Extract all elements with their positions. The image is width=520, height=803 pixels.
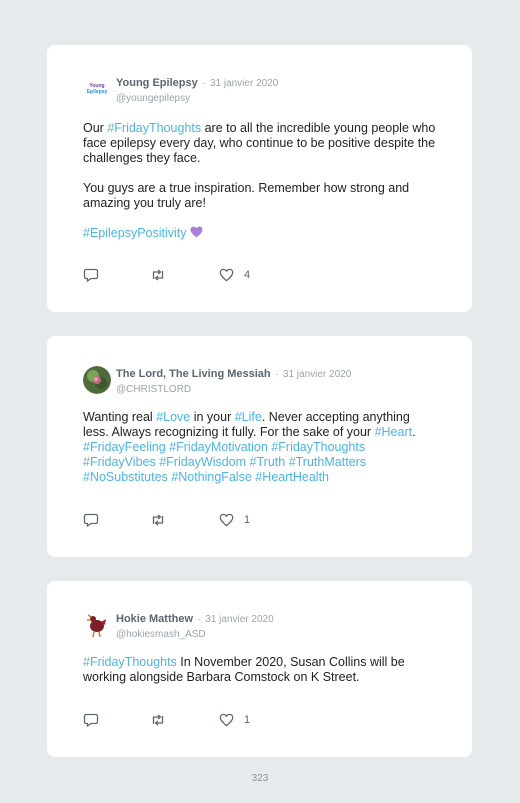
- retweet-button[interactable]: [150, 712, 166, 728]
- heart-icon: [219, 268, 234, 282]
- hashtag-link[interactable]: #HeartHealth: [255, 470, 329, 484]
- hashtag-link[interactable]: #Love: [156, 410, 190, 424]
- author-name[interactable]: Young Epilepsy: [116, 77, 198, 89]
- text-segment: .: [412, 425, 416, 439]
- hashtag-link[interactable]: #Truth: [250, 455, 286, 469]
- reply-button[interactable]: [83, 267, 99, 283]
- heart-icon: [219, 513, 234, 527]
- like-count: 1: [244, 514, 251, 526]
- tweet-paragraph: Our #FridayThoughts are to all the incre…: [83, 121, 438, 166]
- retweet-button[interactable]: [150, 512, 166, 528]
- hashtag-link[interactable]: #TruthMatters: [289, 455, 366, 469]
- hashtag-link[interactable]: #FridayWisdom: [159, 455, 246, 469]
- author-name[interactable]: Hokie Matthew: [116, 613, 193, 625]
- like-count: 4: [244, 269, 251, 281]
- tweet-paragraph: #EpilepsyPositivity: [83, 226, 438, 242]
- tweet-paragraph: Wanting real #Love in your #Life. Never …: [83, 410, 438, 485]
- tweet-header: The Lord, The Living Messiah · 31 janvie…: [83, 364, 443, 398]
- reply-button[interactable]: [83, 512, 99, 528]
- reply-icon: [83, 713, 99, 728]
- author-handle[interactable]: @youngepilepsy: [116, 93, 278, 104]
- author-handle[interactable]: @hokiesmash_ASD: [116, 629, 274, 640]
- reply-icon: [83, 268, 99, 283]
- tweet-text: Wanting real #Love in your #Life. Never …: [83, 410, 438, 485]
- hashtag-link[interactable]: #FridayFeeling: [83, 440, 166, 454]
- retweet-icon: [152, 269, 164, 281]
- hashtag-link[interactable]: #FridayThoughts: [83, 655, 177, 669]
- retweet-button[interactable]: [150, 267, 166, 283]
- tweet-text: #FridayThoughts In November 2020, Susan …: [83, 655, 438, 685]
- svg-text:Epilepsy: Epilepsy: [87, 89, 108, 95]
- like-count: 1: [244, 714, 251, 726]
- purple-heart-icon: [190, 226, 203, 242]
- reply-icon: [83, 513, 99, 528]
- author-name[interactable]: The Lord, The Living Messiah: [116, 368, 271, 380]
- tweet-paragraph: #FridayThoughts In November 2020, Susan …: [83, 655, 438, 685]
- tweet-card: Young Epilepsy Young Epilepsy · 31 janvi…: [47, 45, 472, 312]
- separator: ·: [275, 369, 279, 380]
- like-button[interactable]: 1: [219, 512, 250, 528]
- retweet-icon: [152, 714, 164, 726]
- avatar[interactable]: Young Epilepsy: [83, 75, 111, 103]
- author-handle[interactable]: @CHRISTLORD: [116, 384, 351, 395]
- tweet-actions: 4: [83, 267, 383, 283]
- hashtag-link[interactable]: #FridayMotivation: [169, 440, 268, 454]
- avatar[interactable]: [83, 611, 111, 639]
- like-button[interactable]: 4: [219, 267, 250, 283]
- tweet-header: Young Epilepsy Young Epilepsy · 31 janvi…: [83, 73, 443, 107]
- tweet-date[interactable]: 31 janvier 2020: [205, 614, 273, 625]
- avatar[interactable]: [83, 366, 111, 394]
- tweet-date[interactable]: 31 janvier 2020: [283, 369, 351, 380]
- hashtag-link[interactable]: #EpilepsyPositivity: [83, 226, 187, 240]
- hashtag-link[interactable]: #NothingFalse: [171, 470, 252, 484]
- hashtag-link[interactable]: #NoSubstitutes: [83, 470, 168, 484]
- like-button[interactable]: 1: [219, 712, 250, 728]
- text-segment: Wanting real: [83, 410, 157, 424]
- tweet-card: Hokie Matthew · 31 janvier 2020 @hokiesm…: [47, 581, 472, 757]
- tweet-paragraph: You guys are a true inspiration. Remembe…: [83, 181, 410, 210]
- page-number: 323: [251, 773, 269, 784]
- tweet-date[interactable]: 31 janvier 2020: [210, 78, 278, 89]
- retweet-icon: [152, 514, 164, 526]
- hashtag-link[interactable]: #FridayVibes: [83, 455, 156, 469]
- hashtag-link[interactable]: #FridayThoughts: [271, 440, 365, 454]
- tweet-actions: 1: [83, 712, 383, 728]
- hashtag-link[interactable]: #Life: [235, 410, 262, 424]
- tweet-actions: 1: [83, 512, 383, 528]
- separator: ·: [197, 614, 201, 625]
- tweet-header: Hokie Matthew · 31 janvier 2020 @hokiesm…: [83, 609, 443, 643]
- text-segment: in your: [190, 410, 235, 424]
- heart-icon: [219, 713, 234, 727]
- tweet-card: The Lord, The Living Messiah · 31 janvie…: [47, 336, 472, 557]
- text-segment: Our: [83, 121, 108, 135]
- reply-button[interactable]: [83, 712, 99, 728]
- tweet-text: Our #FridayThoughts are to all the incre…: [83, 121, 438, 242]
- hashtag-link[interactable]: #FridayThoughts: [107, 121, 201, 135]
- separator: ·: [202, 78, 206, 89]
- hashtag-link[interactable]: #Heart: [375, 425, 413, 439]
